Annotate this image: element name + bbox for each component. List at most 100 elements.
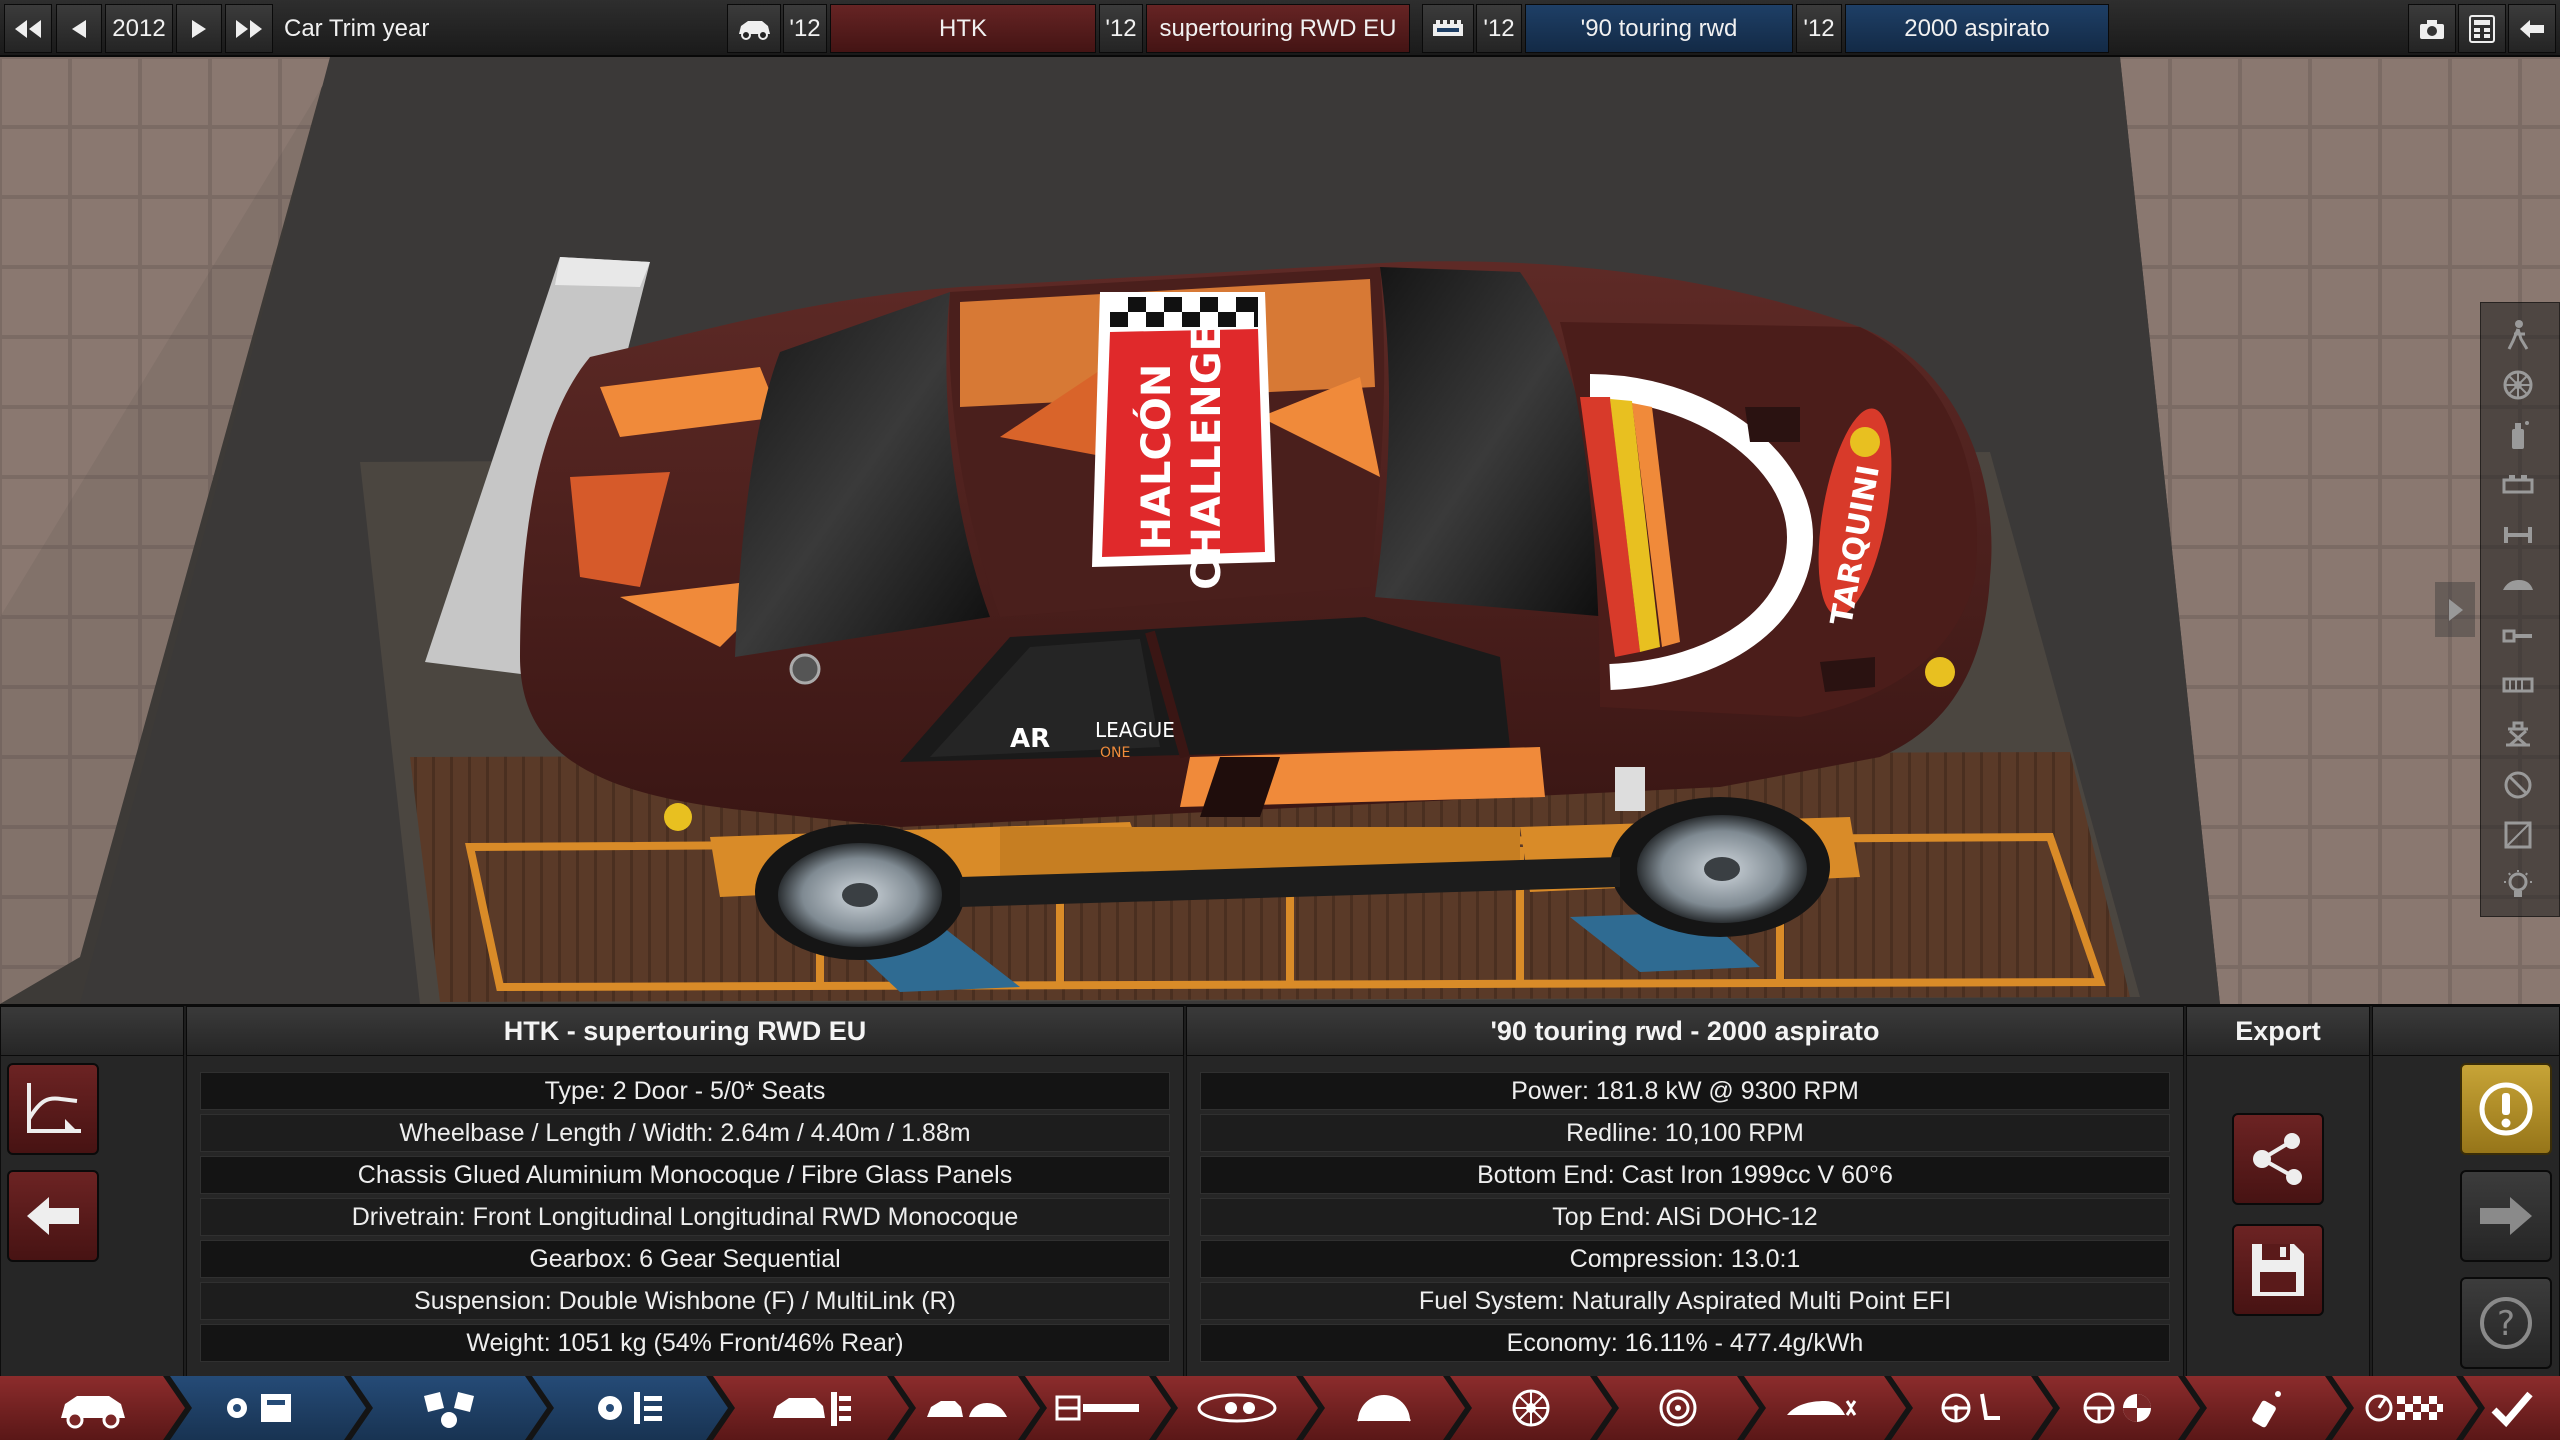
car-3d-viewport[interactable]: HALCÓN CHALLENGE TARQUINI LEAGUE ONE AR [0, 57, 2560, 1004]
nav-headlights[interactable] [1156, 1376, 1318, 1440]
nav-interior[interactable] [1891, 1376, 2053, 1440]
share-button[interactable] [2232, 1113, 2324, 1205]
car-info-chassis: Chassis Glued Aluminium Monocoque / Fibr… [200, 1156, 1170, 1194]
previous-year-button[interactable] [56, 4, 102, 53]
toggle-body-button[interactable] [2493, 563, 2543, 607]
car-scene: HALCÓN CHALLENGE TARQUINI LEAGUE ONE AR [0, 57, 2560, 1004]
engine-icon [2502, 475, 2534, 494]
chevron-right-icon [2449, 598, 2463, 621]
help-button[interactable]: ? [2460, 1277, 2552, 1369]
toggle-wheels-button[interactable] [2493, 363, 2543, 407]
chassis-icon [2504, 527, 2532, 543]
expand-side-panel-button[interactable] [2435, 582, 2475, 637]
nav-brakes[interactable] [1597, 1376, 1759, 1440]
toggle-lift-button[interactable] [2493, 713, 2543, 757]
toggle-driver-button[interactable] [2493, 313, 2543, 357]
door-decal-one: ONE [1100, 745, 1130, 761]
person-icon [2507, 320, 2529, 350]
nav-paint[interactable] [2185, 1376, 2347, 1440]
nav-car-body[interactable] [894, 1376, 1040, 1440]
spray-can-icon [2246, 1388, 2286, 1428]
jump-first-year-button[interactable] [4, 4, 52, 53]
door-decal-logo: AR [1010, 724, 1050, 754]
model-name-field[interactable]: HTK [830, 4, 1096, 53]
car-trim-year-label: Car Trim year [284, 14, 430, 42]
calculator-button[interactable] [2458, 4, 2506, 53]
toggle-paint-button[interactable] [2493, 413, 2543, 457]
nav-fixtures[interactable] [1303, 1376, 1465, 1440]
car-lift-icon [2506, 721, 2530, 747]
camera-icon [2420, 19, 2444, 39]
wheel-icon [2503, 370, 2533, 400]
car-info-type: Type: 2 Door - 5/0* Seats [200, 1072, 1170, 1110]
toggle-drivetrain-button[interactable] [2493, 613, 2543, 657]
engine-info-fuel-system: Fuel System: Naturally Aspirated Multi P… [1200, 1282, 2170, 1320]
share-icon [2253, 1133, 2302, 1185]
engine-top-icon [414, 1386, 484, 1430]
car-icon [739, 20, 770, 40]
trim-name-field[interactable]: supertouring RWD EU [1146, 4, 1410, 53]
car-model-button[interactable] [727, 4, 781, 53]
save-button[interactable] [2232, 1224, 2324, 1316]
sawblade-icon [1354, 1391, 1414, 1425]
graph-icon [27, 1083, 81, 1133]
step-back-icon [72, 19, 86, 38]
car-info-title: HTK - supertouring RWD EU [186, 1006, 1184, 1056]
testing-icon [2365, 1391, 2445, 1425]
nav-engine-family[interactable] [170, 1376, 366, 1440]
fixtures-icon [2502, 677, 2534, 693]
model-year: '12 [783, 4, 827, 53]
nav-chassis[interactable] [1025, 1376, 1171, 1440]
engine-button[interactable] [1422, 4, 1474, 53]
jump-last-year-button[interactable] [225, 4, 273, 53]
performance-graph-button[interactable] [7, 1063, 99, 1155]
engine-variant-year: '12 [1796, 4, 1842, 53]
svg-text:?: ? [2497, 1304, 2515, 1344]
warnings-button[interactable] [2460, 1063, 2552, 1155]
engine-info-economy: Economy: 16.11% - 477.4g/kWh [1200, 1324, 2170, 1362]
safety-icon [2081, 1390, 2157, 1426]
toggle-background-button[interactable] [2493, 813, 2543, 857]
calculator-icon [2469, 14, 2495, 43]
chassis-icon [1055, 1393, 1141, 1423]
nav-car-model[interactable] [0, 1376, 185, 1440]
nav-engine-tune[interactable] [532, 1376, 728, 1440]
car-info-gearbox: Gearbox: 6 Gear Sequential [200, 1240, 1170, 1278]
fast-rewind-icon [15, 19, 41, 38]
nav-testing[interactable] [2332, 1376, 2478, 1440]
toggle-lighting-button[interactable] [2493, 863, 2543, 907]
engine-variant-name-field[interactable]: 2000 aspirato [1845, 4, 2109, 53]
next-step-button[interactable] [2460, 1170, 2552, 1262]
engine-family-name-field[interactable]: '90 touring rwd [1525, 4, 1793, 53]
nav-car-design[interactable] [713, 1376, 909, 1440]
next-year-button[interactable] [176, 4, 222, 53]
spray-can-icon [2512, 421, 2529, 449]
car-body-icon [2503, 580, 2533, 590]
toggle-chassis-button[interactable] [2493, 513, 2543, 557]
nav-aero[interactable] [1744, 1376, 1906, 1440]
lightbulb-icon [2504, 870, 2532, 897]
brakes-icon [1658, 1388, 1698, 1428]
view-options-toolbar [2480, 302, 2560, 917]
export-title: Export [2186, 1006, 2370, 1056]
car-info-weight: Weight: 1051 kg (54% Front/46% Rear) [200, 1324, 1170, 1362]
arrow-right-icon [2480, 1197, 2532, 1235]
go-back-button[interactable] [7, 1170, 99, 1262]
confirm-checkmark-icon [2491, 1391, 2533, 1428]
back-button[interactable] [2508, 4, 2556, 53]
toggle-fixtures-button[interactable] [2493, 663, 2543, 707]
car-body-icon [925, 1393, 1009, 1423]
right-column-header [2372, 1006, 2560, 1056]
nav-safety[interactable] [2038, 1376, 2200, 1440]
nav-wheels[interactable] [1450, 1376, 1612, 1440]
engine-tune-icon [590, 1386, 670, 1430]
roof-decal-line1: HALCÓN [1132, 364, 1180, 551]
screenshot-button[interactable] [2408, 4, 2456, 53]
toggle-hide-button[interactable] [2493, 763, 2543, 807]
door-decal-league: LEAGUE [1095, 718, 1175, 742]
arrow-left-icon [27, 1197, 79, 1235]
frame-icon [2504, 821, 2532, 849]
engine-info-title: '90 touring rwd - 2000 aspirato [1186, 1006, 2184, 1056]
toggle-engine-view-button[interactable] [2493, 463, 2543, 507]
nav-engine-top[interactable] [351, 1376, 547, 1440]
